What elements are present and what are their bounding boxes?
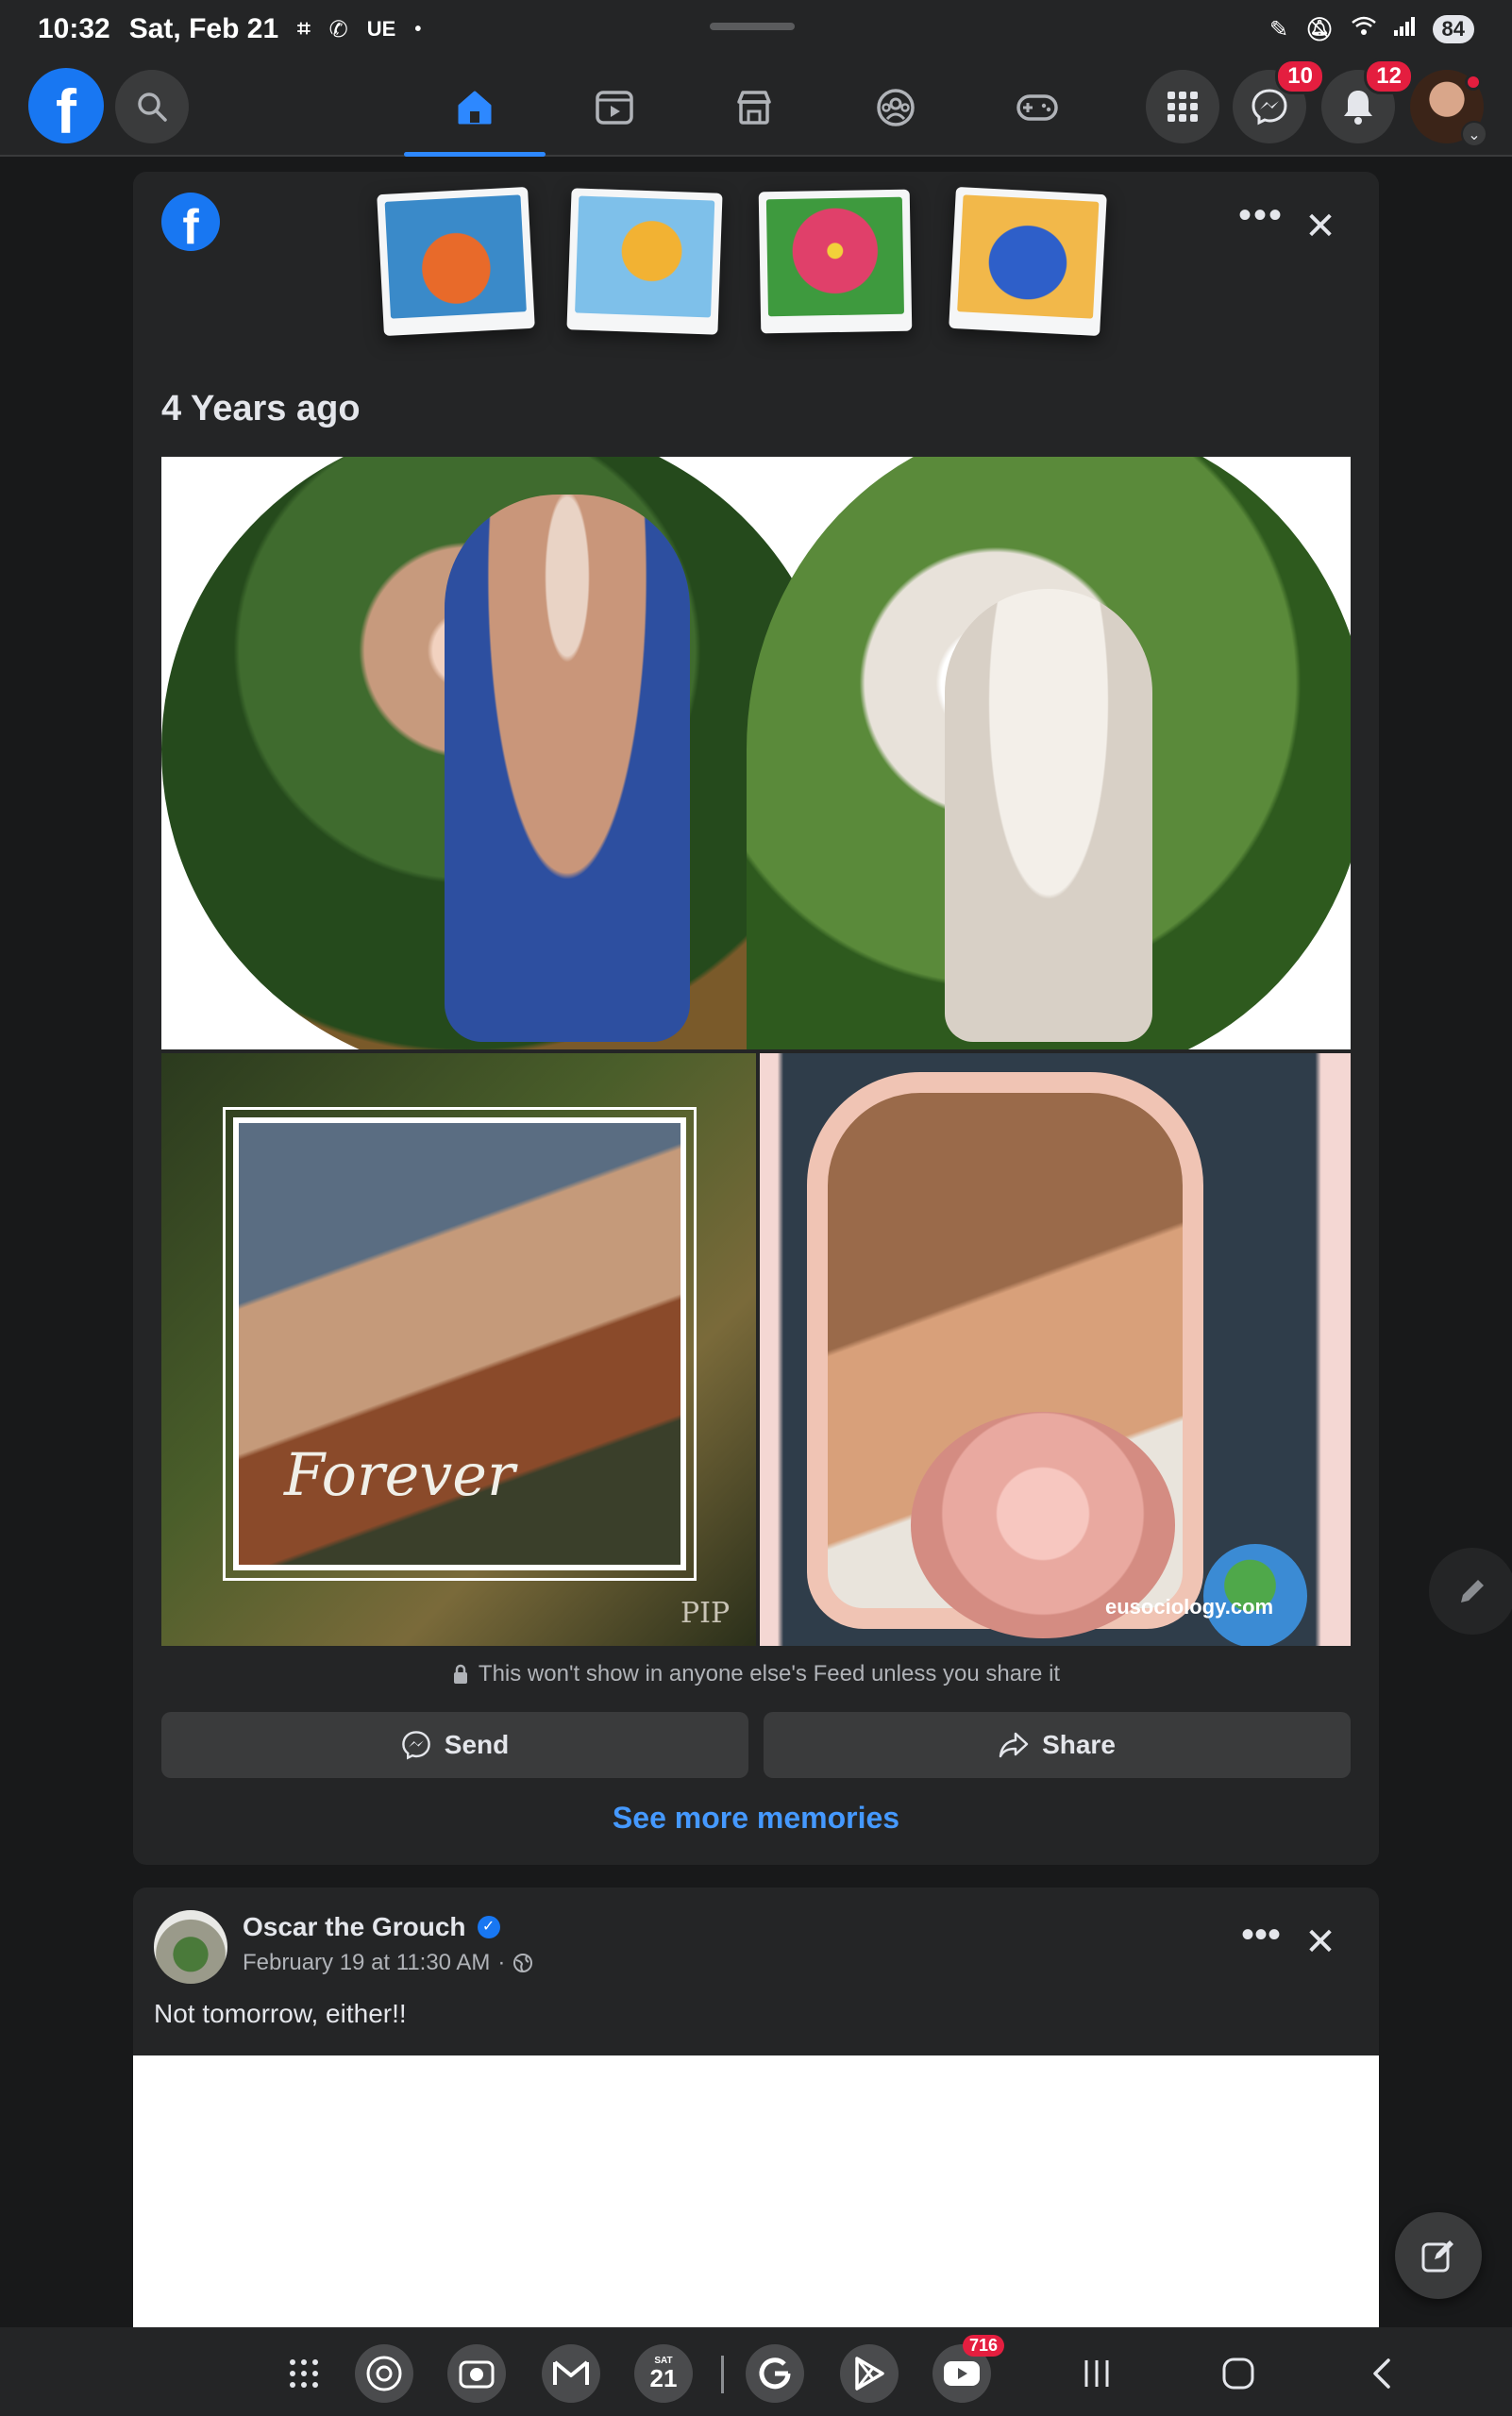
recent-apps-button[interactable] [1068,2350,1125,2397]
app-drawer-icon[interactable] [276,2350,332,2397]
messenger-badge: 10 [1275,59,1325,94]
video-icon [596,91,633,125]
bell-icon [1344,91,1372,125]
more-options-icon[interactable]: ••• [1237,196,1285,243]
menu-button[interactable] [1146,70,1219,143]
marketplace-icon [737,91,771,125]
tab-video[interactable] [544,59,685,157]
messenger-button[interactable]: 10 [1233,59,1325,143]
grid-menu-icon [1168,92,1198,122]
verified-badge-icon: ✓ [477,1916,500,1938]
camera-icon[interactable] [447,2344,506,2403]
messenger-icon [401,1731,430,1760]
dot-icon: • [414,18,422,40]
memory-sticker-hat [377,186,535,337]
chrome-icon[interactable] [355,2344,413,2403]
gaming-icon [1016,94,1058,121]
profile-avatar-button[interactable]: ⌄ [1410,70,1487,147]
youtube-badge: 716 [962,2335,1004,2357]
status-date: Sat, Feb 21 [128,13,279,44]
screenshot-icon: ⌗ [297,16,311,42]
memory-title: 4 Years ago [161,389,361,428]
memory-sticker-coffee [949,186,1107,337]
gmail-icon[interactable] [542,2344,600,2403]
globe-icon [513,1954,533,1972]
share-icon [999,1732,1029,1758]
author-line: Oscar the Grouch ✓ [243,1912,500,1942]
share-label: Share [1042,1730,1116,1759]
back-button[interactable] [1353,2350,1410,2397]
dog-illustration [575,195,715,318]
search-button[interactable] [115,70,189,143]
play-store-icon[interactable] [840,2344,899,2403]
close-icon[interactable]: ✕ [1300,1921,1341,1963]
memory-sticker-dog [566,188,723,335]
more-options-icon[interactable]: ••• [1237,1916,1285,1963]
battery-indicator: 84 [1432,15,1474,43]
man-figure [445,495,690,1042]
google-icon[interactable] [746,2344,804,2403]
tab-gaming[interactable] [966,59,1108,157]
hat-illustration [384,194,527,319]
tab-marketplace[interactable] [683,59,825,157]
site-watermark: eusociology.com [1105,1595,1274,1619]
send-label: Send [444,1730,510,1759]
search-icon [138,92,167,122]
memory-sticker-flower [758,189,913,334]
tab-groups[interactable] [825,59,966,157]
pip-watermark: PIP [680,1597,731,1630]
edit-button[interactable] [1429,1548,1512,1635]
home-button[interactable] [1210,2350,1267,2397]
post-meta: February 19 at 11:30 AM · [243,1950,533,1976]
dog-figure [945,589,1152,1042]
top-nav: f 10 12 ⌄ [0,59,1512,157]
share-button[interactable]: Share [764,1712,1351,1778]
compose-icon [1421,2240,1453,2273]
signal-icon [1393,16,1416,43]
close-icon[interactable]: ✕ [1300,206,1341,247]
memories-card: f ••• ✕ 4 Years ago Forever PIP eusociol… [133,172,1379,1865]
see-more-memories-link[interactable]: See more memories [133,1801,1379,1836]
call-icon: ✆ [328,16,348,42]
notifications-button[interactable]: 12 [1321,59,1414,143]
drag-handle[interactable] [710,23,795,30]
privacy-note: This won't show in anyone else's Feed un… [133,1661,1379,1687]
pen-icon: ✎ [1268,16,1289,42]
memory-photo-forever[interactable]: Forever PIP [161,1053,756,1646]
tab-home[interactable] [404,59,546,157]
groups-icon [877,89,915,126]
mute-icon: 🔕︎ [1305,16,1335,42]
home-icon [458,91,492,125]
memory-photo-heart[interactable] [161,457,1351,1049]
memory-photo-rose[interactable]: eusociology.com [760,1053,1351,1646]
calendar-icon[interactable]: SAT 21 [634,2344,693,2403]
compose-button[interactable] [1395,2212,1482,2299]
coffee-illustration [957,194,1100,319]
post-text: Not tomorrow, either!! [154,1999,407,2028]
status-dot [1465,74,1482,91]
notifications-badge: 12 [1364,59,1414,94]
author-name[interactable]: Oscar the Grouch [243,1912,466,1942]
wifi-icon [1351,16,1376,43]
flower-illustration [765,196,904,317]
privacy-text: This won't show in anyone else's Feed un… [478,1661,1061,1686]
youtube-icon[interactable]: 716 [932,2335,1004,2403]
facebook-logo[interactable]: f [28,68,104,143]
forever-text: Forever [284,1440,515,1509]
chevron-down-icon: ⌄ [1461,121,1487,147]
lock-icon [453,1664,467,1684]
post-timestamp[interactable]: February 19 at 11:30 AM [243,1950,490,1976]
status-time: 10:32 [38,13,110,44]
messenger-icon [1252,89,1287,126]
author-avatar[interactable] [154,1910,227,1984]
taskbar: SAT 21 716 [0,2327,1512,2416]
taskbar-divider [721,2356,724,2393]
calendar-day: 21 [649,2364,678,2392]
pencil-icon [1461,1580,1484,1602]
meta-separator: · [497,1950,506,1975]
facebook-logo-small: f [161,193,220,251]
send-button[interactable]: Send [161,1712,748,1778]
carrier-label: UE [366,17,396,41]
